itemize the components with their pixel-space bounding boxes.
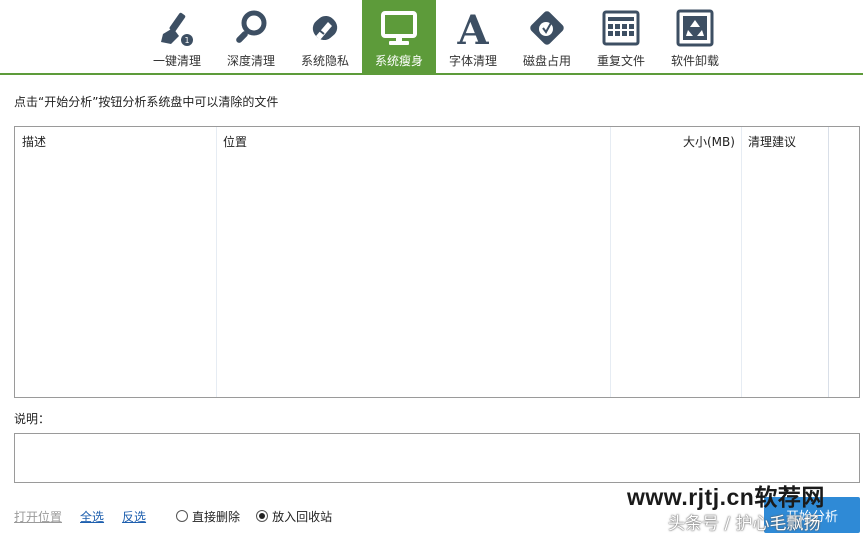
tab-duplicate-files[interactable]: 重复文件 <box>584 0 658 74</box>
column-divider <box>610 127 611 397</box>
tab-system-slim[interactable]: 系统瘦身 <box>362 0 436 74</box>
column-header-location[interactable]: 位置 <box>223 133 247 150</box>
tab-label: 重复文件 <box>596 54 645 68</box>
tool-tabs: 1 一键清理 深度清理 系统隐私 系统瘦身 A 字体清理 磁盘占用 重复文件 软… <box>140 0 732 74</box>
column-header-description[interactable]: 描述 <box>22 133 46 150</box>
monitor-icon <box>377 6 421 50</box>
description-label: 说明： <box>14 412 51 426</box>
tab-label: 深度清理 <box>226 54 275 68</box>
tab-label: 字体清理 <box>448 54 497 68</box>
radio-label: 直接删除 <box>192 509 241 524</box>
toolbar-divider <box>0 73 863 75</box>
tab-label: 系统瘦身 <box>374 54 423 68</box>
open-location-link[interactable]: 打开位置 <box>14 508 62 525</box>
broom-icon: 1 <box>155 6 199 50</box>
tab-font-clean[interactable]: A 字体清理 <box>436 0 510 74</box>
column-divider <box>741 127 742 397</box>
radio-circle <box>176 510 189 522</box>
magnifier-icon <box>229 6 273 50</box>
author-watermark: 头条号 / 护心毛飘扬 <box>668 514 821 534</box>
svg-text:A: A <box>456 8 489 48</box>
column-header-suggestion[interactable]: 清理建议 <box>748 133 796 150</box>
recycle-icon <box>673 6 717 50</box>
tab-label: 软件卸载 <box>670 54 719 68</box>
tab-label: 磁盘占用 <box>522 54 571 68</box>
column-header-size[interactable]: 大小(MB) <box>683 133 735 150</box>
tab-system-privacy[interactable]: 系统隐私 <box>288 0 362 74</box>
select-all-link[interactable]: 全选 <box>80 508 104 525</box>
bottom-actions: 打开位置 全选 反选 直接删除 放入回收站 <box>14 507 348 525</box>
svg-text:1: 1 <box>184 36 189 45</box>
file-list-table[interactable]: 描述 位置 大小(MB) 清理建议 <box>14 126 860 398</box>
column-divider <box>216 127 217 397</box>
instruction-text: 点击“开始分析”按钮分析系统盘中可以清除的文件 <box>14 95 279 109</box>
tab-one-click-clean[interactable]: 1 一键清理 <box>140 0 214 74</box>
tab-disk-usage[interactable]: 磁盘占用 <box>510 0 584 74</box>
tab-deep-clean[interactable]: 深度清理 <box>214 0 288 74</box>
radio-recycle-bin[interactable]: 放入回收站 <box>256 508 332 525</box>
column-divider <box>828 127 829 397</box>
tab-uninstall[interactable]: 软件卸载 <box>658 0 732 74</box>
font-icon: A <box>451 6 495 50</box>
site-watermark: www.rjtj.cn软荐网 <box>627 484 825 510</box>
eraser-icon <box>303 6 347 50</box>
radio-direct-delete[interactable]: 直接删除 <box>176 508 240 525</box>
top-toolbar: 1 一键清理 深度清理 系统隐私 系统瘦身 A 字体清理 磁盘占用 重复文件 软… <box>0 0 863 75</box>
invert-selection-link[interactable]: 反选 <box>122 508 146 525</box>
duplicate-files-icon <box>599 6 643 50</box>
description-box <box>14 433 860 483</box>
tab-label: 系统隐私 <box>300 54 349 68</box>
radio-label: 放入回收站 <box>272 509 333 524</box>
radio-circle-selected <box>256 510 269 522</box>
disk-icon <box>525 6 569 50</box>
tab-label: 一键清理 <box>152 54 201 68</box>
